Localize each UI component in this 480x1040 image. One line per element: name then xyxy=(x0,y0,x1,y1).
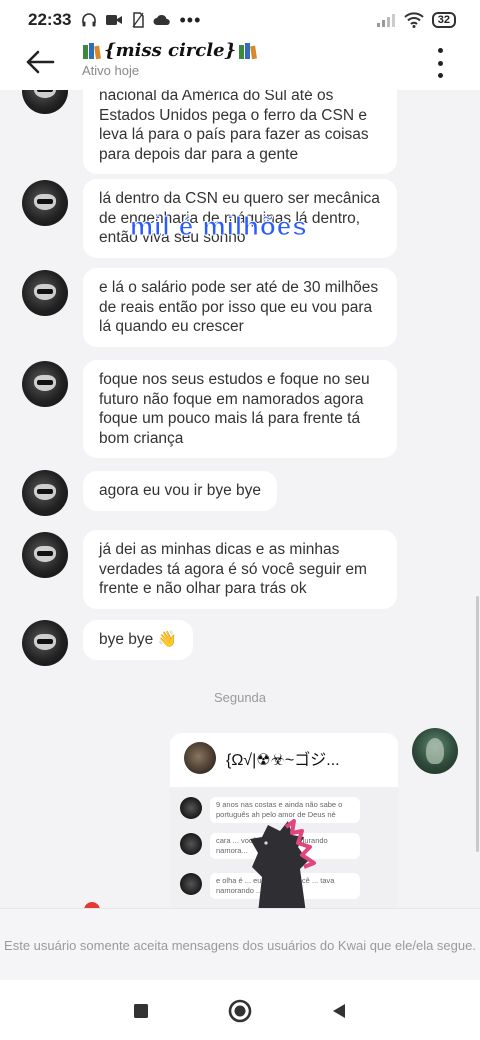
avatar[interactable] xyxy=(22,532,68,578)
no-sim-icon xyxy=(132,12,145,28)
video-caption-overlay: mil é milhões xyxy=(130,211,308,242)
notice-text: Este usuário somente aceita mensagens do… xyxy=(4,938,476,953)
date-separator: Segunda xyxy=(213,690,267,705)
shared-user-avatar xyxy=(184,742,216,774)
status-time: 22:33 xyxy=(28,10,72,29)
more-notifications-icon: ••• xyxy=(179,9,202,30)
back-button[interactable] xyxy=(22,44,58,80)
cloud-icon xyxy=(153,14,171,26)
battery-icon: 32 xyxy=(431,12,456,28)
mini-avatar xyxy=(180,797,202,819)
avatar[interactable] xyxy=(22,270,68,316)
message-list[interactable]: nacional da América do Sul até os Estado… xyxy=(0,90,480,908)
avatar[interactable] xyxy=(22,470,68,516)
status-bar: 22:33 ••• 32 xyxy=(0,0,480,40)
scrollbar[interactable] xyxy=(476,596,479,852)
system-navigation-bar xyxy=(0,980,480,1040)
video-camera-icon xyxy=(106,15,123,25)
message-bubble[interactable]: foque nos seus estudos e foque no seu fu… xyxy=(83,360,397,458)
headphones-icon xyxy=(82,13,97,27)
circle-icon xyxy=(228,999,252,1023)
home-button[interactable] xyxy=(227,998,253,1024)
message-bubble[interactable]: e lá o salário pode ser até de 30 milhõe… xyxy=(83,268,397,347)
avatar[interactable] xyxy=(22,361,68,407)
active-status: Ativo hoje xyxy=(82,63,140,78)
signal-icon xyxy=(376,14,395,27)
message-bubble[interactable]: agora eu vou ir bye bye xyxy=(83,471,277,511)
books-emoji-icon xyxy=(83,42,101,59)
square-icon xyxy=(134,1004,148,1018)
mini-avatar xyxy=(180,833,202,855)
avatar[interactable] xyxy=(22,90,68,114)
message-bubble[interactable]: já dei as minhas dicas e as minhas verda… xyxy=(83,530,397,609)
mini-avatar xyxy=(180,873,202,895)
chat-title: {miss circle} xyxy=(104,40,237,61)
recent-apps-button[interactable] xyxy=(128,998,154,1024)
messaging-restriction-notice: Este usuário somente aceita mensagens do… xyxy=(0,908,480,980)
arrow-left-icon xyxy=(26,50,55,74)
wifi-icon xyxy=(404,12,424,28)
shared-user-name: {Ω√|☢☣~ゴジ... xyxy=(226,752,340,769)
shared-screenshot-preview: 9 anos nas costas e ainda não sabe o por… xyxy=(170,787,398,908)
avatar[interactable] xyxy=(22,180,68,226)
triangle-back-icon xyxy=(333,1004,345,1018)
more-options-button[interactable] xyxy=(428,46,452,80)
chat-title-block[interactable]: {miss circle} Ativo hoje xyxy=(82,40,258,78)
more-vertical-icon xyxy=(437,48,443,53)
my-avatar[interactable] xyxy=(412,728,458,774)
godzilla-sticker-icon xyxy=(250,819,316,908)
chat-header: {miss circle} Ativo hoje xyxy=(0,40,480,90)
message-bubble[interactable]: bye bye 👋 xyxy=(83,620,193,660)
avatar[interactable] xyxy=(22,620,68,666)
back-nav-button[interactable] xyxy=(326,998,352,1024)
books-emoji-icon xyxy=(239,42,258,59)
message-bubble[interactable]: nacional da América do Sul até os Estado… xyxy=(83,90,397,174)
shared-profile-card[interactable]: {Ω√|☢☣~ゴジ... 9 anos nas costas e ainda n… xyxy=(170,733,398,908)
